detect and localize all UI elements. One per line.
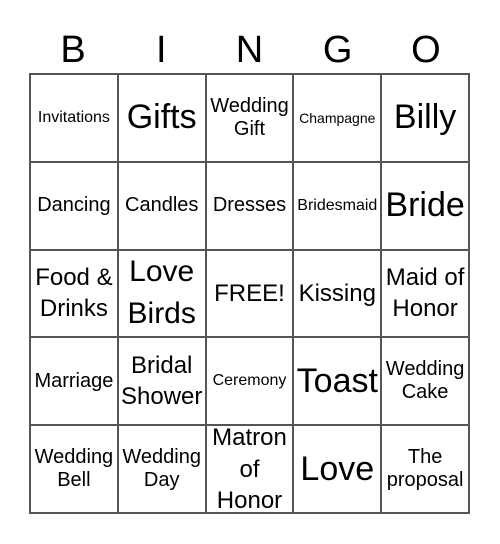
free-space-cell[interactable]: FREE! xyxy=(205,249,294,338)
header-letter-b: B xyxy=(60,29,86,71)
bingo-cell[interactable]: Bride xyxy=(381,161,469,250)
bingo-cell-label: Toast xyxy=(296,361,378,400)
bingo-cell[interactable]: Toast xyxy=(293,337,382,426)
bingo-cell-label: Wedding Day xyxy=(122,446,201,492)
bingo-cell[interactable]: Love Birds xyxy=(117,249,206,338)
bingo-cell[interactable]: Love xyxy=(293,425,382,513)
bingo-cell[interactable]: Matron of Honor xyxy=(205,425,294,513)
bingo-cell-label: The proposal xyxy=(386,446,464,492)
bingo-cell-label: Wedding Cake xyxy=(385,358,465,404)
bingo-cell[interactable]: Dancing xyxy=(30,161,118,250)
header-letter-n: N xyxy=(235,29,264,71)
bingo-cell-label: Kissing xyxy=(298,279,376,307)
bingo-cell-label: Love xyxy=(300,449,375,488)
bingo-cell-label: Gifts xyxy=(126,98,197,137)
bingo-cell[interactable]: Food & Drinks xyxy=(30,249,118,338)
bingo-cell[interactable]: Maid of Honor xyxy=(381,249,469,338)
bingo-cell-label: Candles xyxy=(125,194,199,217)
header-letter-o: O xyxy=(411,29,441,71)
bingo-cell[interactable]: Wedding Bell xyxy=(30,425,118,513)
bingo-card-grid: Invitations Gifts Wedding Gift Champagne Bil… xyxy=(29,73,470,514)
bingo-cell-label: Food & Drinks xyxy=(35,264,113,323)
bingo-cell-label: Maid of Honor xyxy=(385,264,465,323)
bingo-cell-label: Marriage xyxy=(34,369,114,392)
bingo-cell-label: Bridesmaid xyxy=(297,196,378,214)
bingo-cell[interactable]: Kissing xyxy=(293,249,382,338)
bingo-cell[interactable]: Invitations xyxy=(30,74,118,162)
bingo-cell-label: Invitations xyxy=(37,108,110,126)
bingo-cell[interactable]: Wedding Day xyxy=(117,425,206,513)
bingo-cell-label: Love Birds xyxy=(127,255,196,331)
bingo-cell-label: Dresses xyxy=(212,194,287,217)
bingo-cell[interactable]: Wedding Cake xyxy=(381,337,469,426)
bingo-cell-label: Bridal Shower xyxy=(121,352,203,411)
bingo-cell[interactable]: Dresses xyxy=(205,161,294,250)
bingo-cell-label: Wedding Gift xyxy=(210,94,289,140)
bingo-cell-label: Dancing xyxy=(37,194,111,217)
bingo-cell-label: Champagne xyxy=(299,109,376,126)
bingo-cell[interactable]: Bridesmaid xyxy=(293,161,382,250)
bingo-cell[interactable]: Billy xyxy=(381,74,469,162)
bingo-cell[interactable]: Ceremony xyxy=(205,337,294,426)
bingo-cell[interactable]: Candles xyxy=(117,161,206,250)
bingo-cell-label: Ceremony xyxy=(212,372,287,390)
bingo-cell-label: Wedding Bell xyxy=(34,446,114,492)
bingo-cell[interactable]: Champagne xyxy=(293,74,382,162)
bingo-cell[interactable]: The proposal xyxy=(381,425,469,513)
bingo-header: B I N G O xyxy=(29,28,470,73)
bingo-cell-label: Bride xyxy=(385,186,465,225)
header-letter-g: G xyxy=(322,29,353,71)
bingo-cell-label: FREE! xyxy=(214,279,285,307)
bingo-cell[interactable]: Wedding Gift xyxy=(205,74,294,162)
bingo-cell-label: Matron of Honor xyxy=(212,425,287,513)
bingo-cell[interactable]: Marriage xyxy=(30,337,118,426)
header-letter-i: I xyxy=(156,29,167,71)
bingo-cell[interactable]: Gifts xyxy=(117,74,206,162)
bingo-cell[interactable]: Bridal Shower xyxy=(117,337,206,426)
bingo-cell-label: Billy xyxy=(393,98,457,137)
